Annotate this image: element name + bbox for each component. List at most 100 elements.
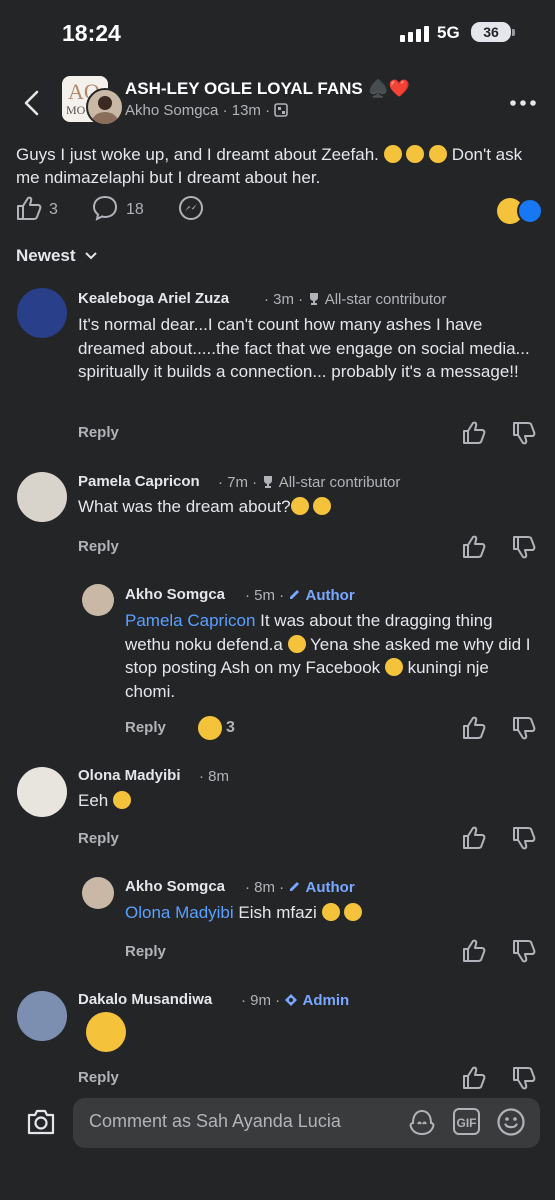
like-icon[interactable]	[16, 195, 42, 221]
contributor-badge: All-star contributor	[324, 291, 447, 308]
avatar[interactable]	[17, 288, 67, 338]
post-text: Guys I just woke up, and I dreamt about …	[16, 143, 544, 189]
avatar[interactable]	[17, 991, 67, 1041]
crying-emoji-icon	[287, 634, 306, 653]
thumbs-down-icon[interactable]	[512, 939, 536, 963]
post-author[interactable]: Akho Somgca	[125, 102, 218, 119]
comment-icon[interactable]	[92, 195, 118, 221]
messenger-icon[interactable]	[178, 195, 204, 221]
admin-icon	[285, 994, 298, 1006]
rofl-emoji-icon	[290, 497, 309, 515]
comment-placeholder[interactable]: Comment as Sah Ayanda Lucia	[89, 1111, 341, 1132]
comment-meta: · 9m · Admin	[241, 992, 349, 1009]
comment-author[interactable]: Pamela Capricon	[78, 473, 200, 490]
reaction-count[interactable]: 3	[226, 719, 235, 737]
thumbs-down-icon[interactable]	[512, 421, 536, 445]
comment-count[interactable]: 18	[126, 201, 144, 219]
post-time: 13m	[231, 102, 261, 119]
comment-author[interactable]: Kealeboga Ariel Zuza	[78, 290, 229, 307]
reply-button[interactable]: Reply	[125, 719, 166, 736]
reply-button[interactable]: Reply	[78, 424, 119, 441]
author-badge: Author	[305, 879, 355, 896]
mention-link[interactable]: Olona Madyibi	[125, 903, 234, 922]
group-audience-icon	[274, 103, 289, 117]
network-label: 5G	[437, 23, 460, 42]
reply-button[interactable]: Reply	[78, 538, 119, 555]
rofl-emoji-icon	[313, 497, 332, 515]
thumbs-up-icon[interactable]	[462, 1066, 486, 1090]
comment-text: Pamela Capricon It was about the draggin…	[125, 609, 540, 703]
sort-label: Newest	[16, 246, 76, 265]
battery-tip	[512, 29, 515, 36]
comment-author[interactable]: Akho Somgca	[125, 586, 225, 603]
comment-author[interactable]: Olona Madyibi	[78, 767, 181, 784]
laughing-tears-emoji-icon	[86, 1012, 126, 1052]
haha-reaction-icon[interactable]	[198, 716, 222, 740]
comment-author[interactable]: Akho Somgca	[125, 878, 225, 895]
comment-time: · 3m ·	[264, 291, 304, 308]
meta-separator: ·	[265, 102, 271, 119]
admin-badge: Admin	[302, 992, 350, 1009]
thumbs-down-icon[interactable]	[512, 1066, 536, 1090]
comment-text: Olona Madyibi Eish mfazi	[125, 901, 363, 925]
rofl-emoji-icon	[112, 791, 131, 809]
sort-dropdown[interactable]: Newest	[16, 246, 98, 266]
comment-time: · 8m	[199, 768, 229, 785]
comment-meta: · 8m · Author	[245, 879, 355, 896]
pencil-icon	[290, 882, 300, 891]
thumbs-up-icon[interactable]	[462, 826, 486, 850]
like-reaction-icon[interactable]	[517, 198, 543, 224]
avatar[interactable]	[17, 767, 67, 817]
battery-icon: 36	[471, 22, 511, 42]
post-meta: Akho Somgca · 13m ·	[125, 102, 289, 119]
gif-button[interactable]: GIF	[453, 1108, 480, 1135]
post-text-part: Guys I just woke up, and I dreamt about …	[16, 145, 384, 164]
comment-time: · 8m ·	[245, 879, 285, 896]
crying-emoji-icon	[321, 903, 340, 921]
reply-button[interactable]: Reply	[78, 1069, 119, 1086]
pencil-icon	[290, 590, 300, 599]
avatar-sticker-icon[interactable]	[407, 1107, 437, 1137]
comment-author[interactable]: Dakalo Musandiwa	[78, 991, 212, 1008]
meta-separator: ·	[222, 102, 228, 119]
smiley-icon[interactable]	[496, 1107, 526, 1137]
trophy-icon	[264, 476, 273, 488]
crying-emoji-icon	[384, 658, 403, 676]
group-logo-subtext: MO	[66, 103, 86, 117]
thumbs-up-icon[interactable]	[462, 939, 486, 963]
avatar[interactable]	[82, 877, 114, 909]
avatar[interactable]	[82, 584, 114, 616]
poster-avatar[interactable]	[86, 88, 124, 126]
comment-meta: · 7m · All-star contributor	[218, 474, 400, 491]
group-name[interactable]: ASH-LEY OGLE LOYAL FANS ♠️❤️	[125, 79, 410, 99]
reply-button[interactable]: Reply	[125, 943, 166, 960]
camera-icon[interactable]	[26, 1108, 56, 1136]
comment-meta: · 5m · Author	[245, 587, 355, 604]
reply-button[interactable]: Reply	[78, 830, 119, 847]
comment-text: What was the dream about?	[78, 495, 538, 519]
thumbs-up-icon[interactable]	[462, 716, 486, 740]
crying-emoji-icon	[383, 145, 402, 163]
thumbs-up-icon[interactable]	[462, 421, 486, 445]
contributor-badge: All-star contributor	[278, 474, 401, 491]
comment-text: It's normal dear...I can't count how man…	[78, 315, 530, 381]
laughing-tears-emoji-icon	[429, 145, 448, 163]
thumbs-down-icon[interactable]	[512, 535, 536, 559]
comment-text-part: What was the dream about?	[78, 497, 291, 516]
back-arrow-icon[interactable]	[22, 90, 42, 116]
signal-icon	[400, 26, 429, 42]
thumbs-down-icon[interactable]	[512, 826, 536, 850]
comment-time: · 7m ·	[218, 474, 258, 491]
mention-link[interactable]: Pamela Capricon	[125, 611, 255, 630]
more-icon[interactable]	[510, 100, 536, 106]
status-time: 18:24	[62, 20, 121, 46]
avatar[interactable]	[17, 472, 67, 522]
like-count[interactable]: 3	[49, 201, 58, 219]
author-badge: Author	[305, 587, 355, 604]
comment-text-part: Eeh	[78, 791, 113, 810]
comment-time: · 5m ·	[245, 587, 285, 604]
thumbs-down-icon[interactable]	[512, 716, 536, 740]
comment-text-part: Eish mfazi	[233, 903, 322, 922]
thumbs-up-icon[interactable]	[462, 535, 486, 559]
chevron-down-icon	[85, 252, 97, 260]
